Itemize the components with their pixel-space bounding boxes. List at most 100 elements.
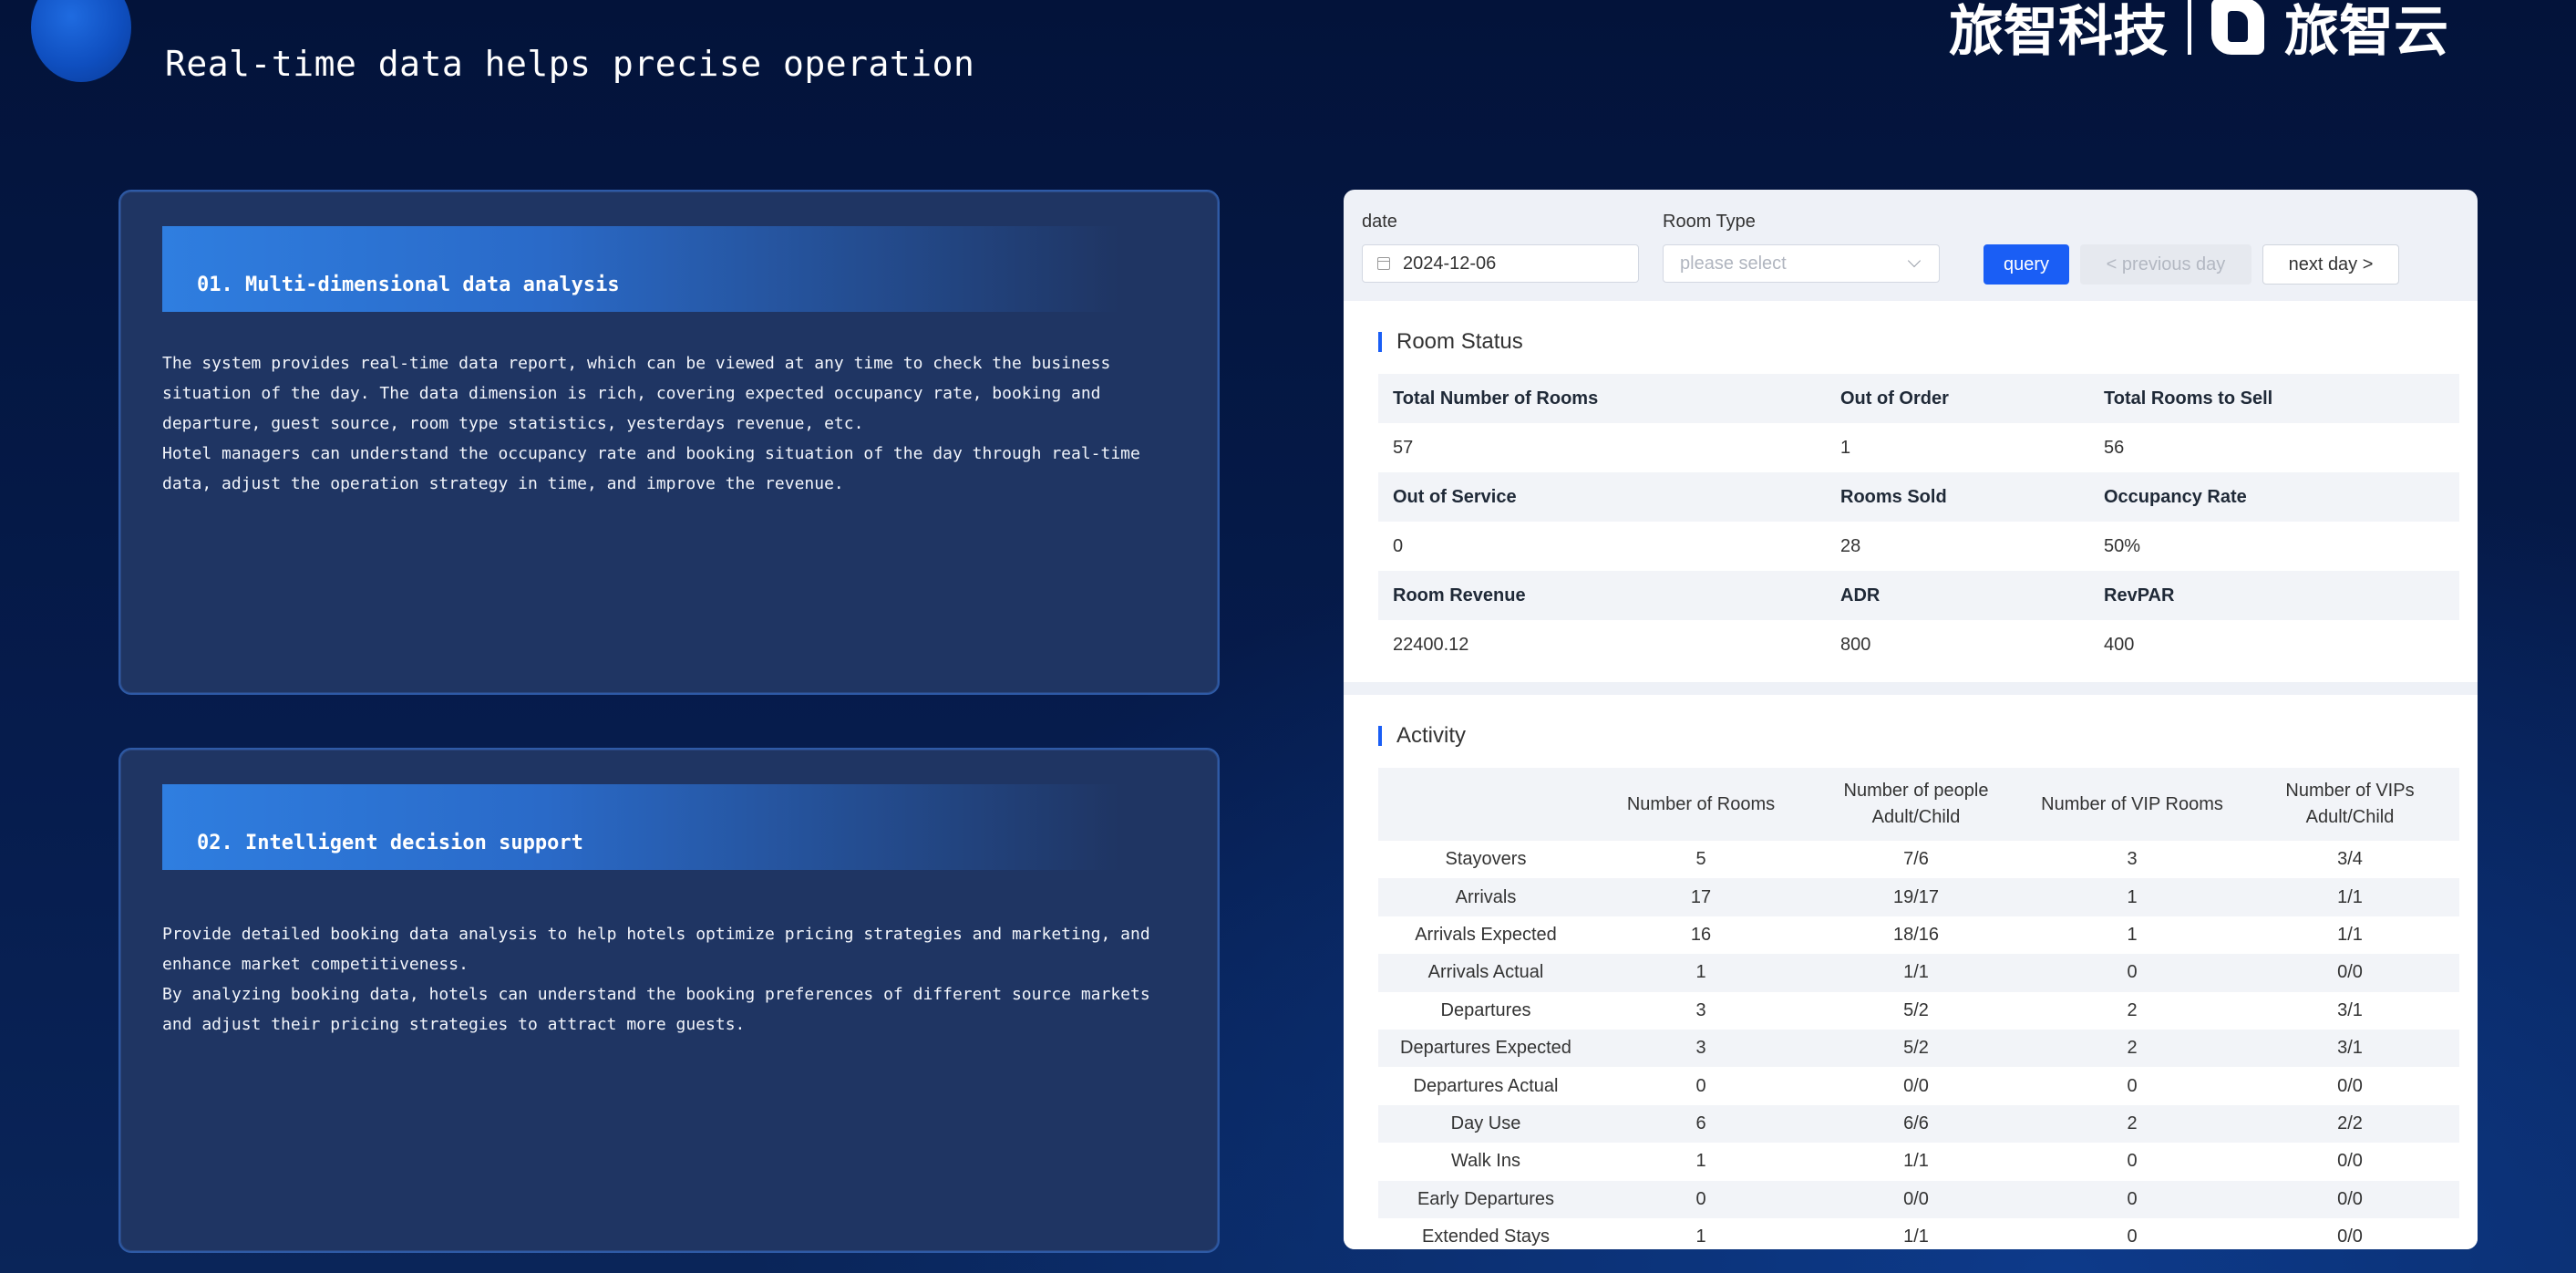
decorative-orb: [31, 0, 131, 82]
table-cell: 1/1: [2337, 924, 2363, 945]
status-value: 22400.12: [1393, 635, 1469, 655]
status-label: RevPAR: [2104, 585, 2175, 605]
table-cell: 0/0: [1808, 1180, 2024, 1218]
activity-table-body: Stayovers 5 7/6 3 3/4 Arrivals 17 19/17 1 1/1 Arri…: [1378, 841, 2459, 1249]
table-cell: 1: [1593, 954, 1808, 992]
table-cell: 3/4: [2337, 849, 2363, 870]
status-value: 0: [1393, 536, 1404, 556]
status-label: Total Rooms to Sell: [2104, 388, 2273, 409]
table-cell: 0/0: [1903, 1075, 1929, 1096]
room-type-label: Room Type: [1663, 212, 1756, 232]
status-label-row: Room Revenue ADR RevPAR: [1378, 571, 2459, 620]
row-label-cell: Early Departures: [1378, 1180, 1593, 1218]
chevron-down-icon: [1907, 254, 1922, 268]
table-cell: 1: [1695, 1226, 1706, 1247]
table-cell: 0/0: [2337, 1226, 2363, 1247]
column-header: Number of Rooms: [1593, 768, 1808, 841]
room-type-placeholder: please select: [1680, 254, 1787, 274]
table-cell: 17: [1593, 878, 1808, 916]
table-cell: 1/1: [1903, 1226, 1929, 1247]
section-title: Room Status: [1378, 331, 1523, 353]
row-label-cell: Departures Actual: [1413, 1075, 1559, 1096]
row-label-cell: Stayovers: [1445, 849, 1527, 870]
feature-heading: 01. Multi-dimensional data analysis: [197, 274, 620, 296]
feature-card-decision: 02. Intelligent decision support Provide…: [118, 748, 1220, 1253]
status-label-row: Total Number of Rooms Out of Order Total…: [1378, 374, 2459, 423]
table-cell: 3: [1695, 999, 1706, 1020]
table-cell: 1: [2127, 924, 2138, 945]
report-panel: date 2024-12-06 Room Type please select …: [1344, 190, 2478, 1249]
table-row: Arrivals 17 19/17 1 1/1: [1378, 878, 2459, 916]
table-row: Arrivals Expected 16 18/16 1 1/1: [1378, 916, 2459, 954]
table-cell: 0: [1695, 1075, 1706, 1096]
table-cell: 0: [1593, 1180, 1808, 1218]
table-row: Departures Expected 3 5/2 2 3/1: [1378, 1029, 2459, 1068]
row-label-cell: Arrivals Expected: [1415, 924, 1557, 945]
status-value-row: 0 28 50%: [1378, 522, 2459, 571]
feature-heading: 02. Intelligent decision support: [197, 832, 583, 854]
next-day-button[interactable]: next day >: [2262, 244, 2399, 285]
feature-paragraph: By analyzing booking data, hotels can un…: [162, 985, 1150, 1034]
status-value-row: 57 1 56: [1378, 423, 2459, 472]
table-cell: 0/0: [2241, 954, 2459, 992]
status-value: 400: [2104, 635, 2135, 655]
table-cell: 0: [2127, 1075, 2138, 1096]
table-cell: 7/6: [1903, 849, 1929, 870]
table-cell: 0: [2024, 954, 2241, 992]
table-cell: 6: [1593, 1104, 1808, 1144]
feature-description: Provide detailed booking data analysis t…: [162, 919, 1174, 1040]
feature-description: The system provides real-time data repor…: [162, 348, 1174, 499]
row-label-cell: Departures: [1440, 999, 1531, 1020]
logo-company-name: 旅智科技: [1949, 0, 2168, 64]
table-cell: 0: [2024, 1180, 2241, 1218]
cloud-logo-icon: [2211, 0, 2264, 55]
column-header: Number of people Adult/Child: [1808, 768, 2024, 841]
activity-section: Activity Number of Rooms Number of peopl…: [1344, 695, 2478, 1249]
status-label-row: Out of Service Rooms Sold Occupancy Rate: [1378, 472, 2459, 522]
filter-bar: date 2024-12-06 Room Type please select …: [1362, 212, 2459, 285]
table-cell: 2: [2024, 1029, 2241, 1068]
room-status-section: Room Status Total Number of Rooms Out of…: [1344, 301, 2478, 682]
feature-card-header: 02. Intelligent decision support: [162, 784, 1119, 870]
status-value-row: 22400.12 800 400: [1378, 620, 2459, 669]
status-value: 1: [1840, 438, 1851, 458]
status-value: 50%: [2104, 536, 2141, 556]
table-cell: 2: [2127, 999, 2138, 1020]
table-row: Early Departures 0 0/0 0 0/0: [1378, 1180, 2459, 1218]
page-title: Real-time data helps precise operation: [165, 44, 975, 84]
date-label: date: [1362, 212, 1397, 232]
previous-day-button[interactable]: < previous day: [2080, 244, 2251, 285]
table-header-row: Number of Rooms Number of people Adult/C…: [1378, 768, 2459, 841]
feature-card-analysis: 01. Multi-dimensional data analysis The …: [118, 190, 1220, 695]
status-label: Rooms Sold: [1840, 487, 1947, 507]
query-button[interactable]: query: [1984, 244, 2069, 285]
date-value: 2024-12-06: [1403, 254, 1497, 274]
table-cell: 0/0: [2241, 1180, 2459, 1218]
table-cell: 1/1: [1903, 1151, 1929, 1172]
table-cell: 1/1: [1808, 954, 2024, 992]
table-row: Extended Stays 1 1/1 0 0/0: [1378, 1218, 2459, 1249]
feature-card-header: 01. Multi-dimensional data analysis: [162, 226, 1119, 312]
room-status-grid: Total Number of Rooms Out of Order Total…: [1378, 374, 2459, 669]
date-picker[interactable]: 2024-12-06: [1362, 244, 1639, 283]
table-cell: 1: [1695, 1151, 1706, 1172]
status-label: Occupancy Rate: [2104, 487, 2247, 507]
table-cell: 19/17: [1808, 878, 2024, 916]
row-label-cell: Arrivals: [1378, 878, 1593, 916]
table-row: Arrivals Actual 1 1/1 0 0/0: [1378, 954, 2459, 992]
table-cell: 3: [1593, 1029, 1808, 1068]
table-row: Departures 3 5/2 2 3/1: [1378, 992, 2459, 1030]
table-row: Stayovers 5 7/6 3 3/4: [1378, 841, 2459, 878]
feature-paragraph: The system provides real-time data repor…: [162, 354, 1111, 433]
table-cell: 1: [2024, 878, 2241, 916]
column-header: [1378, 768, 1593, 841]
table-cell: 0: [2127, 1226, 2138, 1247]
row-label-cell: Departures Expected: [1378, 1029, 1593, 1068]
logo-divider: [2188, 0, 2191, 55]
section-title: Activity: [1378, 725, 1466, 747]
status-value: 57: [1393, 438, 1414, 458]
status-label: Out of Order: [1840, 388, 1949, 409]
room-type-select[interactable]: please select: [1663, 244, 1940, 283]
row-label-cell: Day Use: [1378, 1104, 1593, 1144]
status-value: 28: [1840, 536, 1861, 556]
